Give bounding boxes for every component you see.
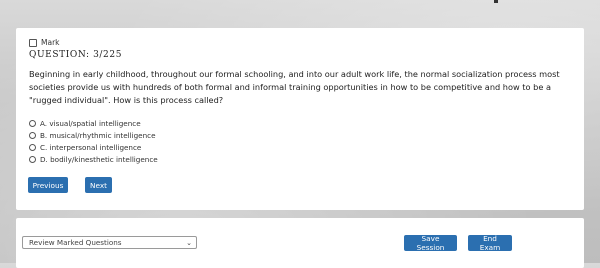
question-number: QUESTION: 3/225 [29, 50, 123, 60]
review-select-value: Review Marked Questions [29, 238, 122, 247]
option-c[interactable]: C. interpersonal intelligence [29, 141, 158, 153]
top-edge-mark [494, 0, 498, 3]
footer-bar: Review Marked Questions ⌄ Save Session E… [16, 218, 584, 268]
option-d-label: D. bodily/kinesthetic intelligence [40, 154, 158, 164]
option-a[interactable]: A. visual/spatial intelligence [29, 117, 158, 129]
mark-checkbox[interactable] [29, 38, 37, 47]
mark-toggle[interactable]: Mark [29, 38, 60, 47]
question-card: Mark QUESTION: 3/225 Beginning in early … [16, 28, 584, 210]
chevron-down-icon: ⌄ [186, 239, 192, 247]
option-d[interactable]: D. bodily/kinesthetic intelligence [29, 153, 158, 165]
option-a-label: A. visual/spatial intelligence [40, 118, 141, 128]
previous-button[interactable]: Previous [28, 177, 68, 193]
option-c-radio[interactable] [29, 143, 36, 151]
option-b[interactable]: B. musical/rhythmic intelligence [29, 129, 158, 141]
answer-options: A. visual/spatial intelligence B. musica… [29, 117, 158, 165]
save-session-button[interactable]: Save Session [404, 234, 457, 252]
option-b-radio[interactable] [29, 131, 36, 139]
option-b-label: B. musical/rhythmic intelligence [40, 130, 156, 140]
option-a-radio[interactable] [29, 119, 36, 127]
question-text: Beginning in early childhood, throughout… [29, 69, 560, 105]
next-button[interactable]: Next [85, 177, 112, 193]
mark-label: Mark [41, 38, 60, 47]
option-d-radio[interactable] [29, 155, 36, 163]
option-c-label: C. interpersonal intelligence [40, 142, 142, 152]
end-exam-button[interactable]: End Exam [468, 234, 512, 252]
review-select[interactable]: Review Marked Questions ⌄ [22, 236, 197, 249]
